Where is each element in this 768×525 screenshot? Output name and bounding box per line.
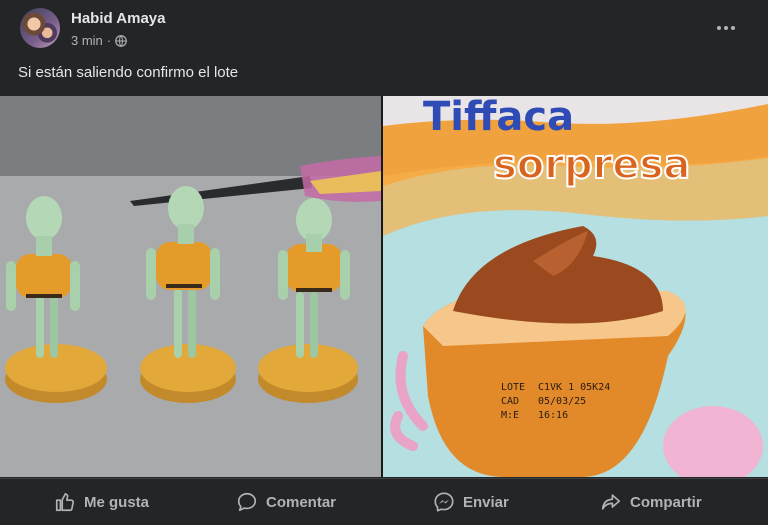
photo-figurines[interactable]: [0, 96, 381, 477]
thumbs-up-icon: [55, 492, 75, 512]
avatar[interactable]: [20, 8, 60, 48]
comment-button[interactable]: Comentar: [236, 489, 336, 515]
post-actions: Me gusta Comentar Enviar Compartir: [0, 478, 768, 525]
sorpresa-text: sorpresa: [493, 142, 690, 188]
send-label: Enviar: [463, 493, 509, 511]
author-name[interactable]: Habid Amaya: [71, 10, 165, 27]
photo-package[interactable]: Tiffaca sorpresa LOTE C1VK 1 05K24 CAD 0…: [383, 96, 768, 477]
comment-label: Comentar: [266, 493, 337, 511]
like-button[interactable]: Me gusta: [54, 489, 149, 515]
comment-bubble-icon: [237, 492, 257, 512]
share-button[interactable]: Compartir: [600, 489, 702, 515]
meta-separator: ·: [106, 33, 112, 48]
post-header: Habid Amaya 3 min ·: [18, 8, 750, 54]
send-button[interactable]: Enviar: [433, 489, 509, 515]
lote-label: LOTE: [501, 382, 525, 393]
me-value: 16:16: [538, 410, 568, 421]
cad-value: 05/03/25: [538, 396, 586, 407]
brand-top-text: Tiffaca: [423, 96, 574, 140]
globe-icon[interactable]: [115, 34, 127, 47]
share-arrow-icon: [601, 494, 621, 510]
post-meta: 3 min ·: [71, 33, 127, 48]
facebook-post: Habid Amaya 3 min · Si están saliendo co…: [0, 0, 768, 525]
more-options-icon[interactable]: [714, 18, 738, 38]
like-label: Me gusta: [84, 493, 150, 511]
post-caption: Si están saliendo confirmo el lote: [18, 64, 239, 81]
package-illustration: Tiffaca sorpresa LOTE C1VK 1 05K24 CAD 0…: [383, 96, 768, 477]
cad-label: CAD: [501, 396, 519, 407]
messenger-icon: [434, 492, 454, 512]
me-label: M:E: [501, 410, 519, 421]
post-time[interactable]: 3 min: [71, 33, 103, 48]
lote-value: C1VK 1 05K24: [538, 382, 610, 393]
post-photos: Tiffaca sorpresa LOTE C1VK 1 05K24 CAD 0…: [0, 96, 768, 477]
figurines-illustration: [0, 96, 381, 477]
share-label: Compartir: [630, 493, 702, 511]
